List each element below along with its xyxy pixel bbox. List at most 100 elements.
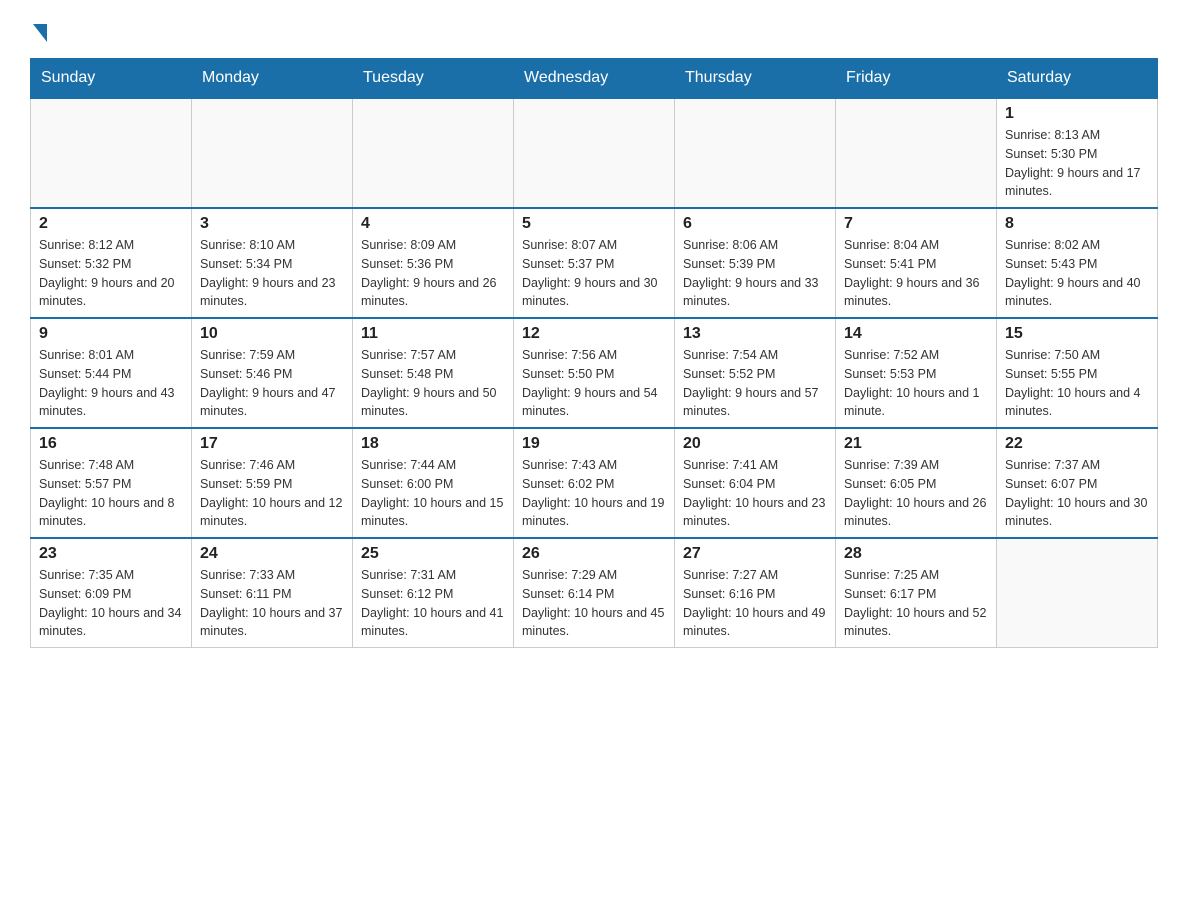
day-number: 25 <box>361 545 505 563</box>
calendar-cell <box>675 98 836 208</box>
calendar-table: SundayMondayTuesdayWednesdayThursdayFrid… <box>30 58 1158 648</box>
day-number: 19 <box>522 435 666 453</box>
calendar-cell: 16 Sunrise: 7:48 AMSunset: 5:57 PMDayligh… <box>31 428 192 538</box>
day-number: 20 <box>683 435 827 453</box>
week-row-3: 9 Sunrise: 8:01 AMSunset: 5:44 PMDaylight… <box>31 318 1158 428</box>
weekday-header-saturday: Saturday <box>997 59 1158 99</box>
calendar-cell: 15Sunrise: 7:50 AMSunset: 5:55 PMDayligh… <box>997 318 1158 428</box>
calendar-cell: 22 Sunrise: 7:37 AMSunset: 6:07 PMDayligh… <box>997 428 1158 538</box>
day-number: 2 <box>39 215 183 233</box>
week-row-1: 1 Sunrise: 8:13 AMSunset: 5:30 PMDaylight… <box>31 98 1158 208</box>
day-number: 18 <box>361 435 505 453</box>
calendar-cell: 19 Sunrise: 7:43 AMSunset: 6:02 PMDayligh… <box>514 428 675 538</box>
day-info: Sunrise: 8:12 AMSunset: 5:32 PMDaylight:… <box>39 236 183 311</box>
calendar-cell: 3 Sunrise: 8:10 AMSunset: 5:34 PMDaylight… <box>192 208 353 318</box>
calendar-cell <box>353 98 514 208</box>
day-info: Sunrise: 7:25 AMSunset: 6:17 PMDaylight:… <box>844 566 988 641</box>
calendar-cell: 18 Sunrise: 7:44 AMSunset: 6:00 PMDayligh… <box>353 428 514 538</box>
day-info: Sunrise: 7:31 AMSunset: 6:12 PMDaylight:… <box>361 566 505 641</box>
weekday-header-monday: Monday <box>192 59 353 99</box>
day-info: Sunrise: 7:35 AMSunset: 6:09 PMDaylight:… <box>39 566 183 641</box>
day-number: 16 <box>39 435 183 453</box>
day-info: Sunrise: 7:52 AMSunset: 5:53 PMDaylight:… <box>844 346 988 421</box>
day-number: 14 <box>844 325 988 343</box>
day-number: 6 <box>683 215 827 233</box>
calendar-cell <box>514 98 675 208</box>
calendar-cell: 17 Sunrise: 7:46 AMSunset: 5:59 PMDayligh… <box>192 428 353 538</box>
page-header <box>30 20 1158 42</box>
calendar-cell: 7 Sunrise: 8:04 AMSunset: 5:41 PMDaylight… <box>836 208 997 318</box>
day-number: 3 <box>200 215 344 233</box>
day-number: 27 <box>683 545 827 563</box>
week-row-5: 23 Sunrise: 7:35 AMSunset: 6:09 PMDayligh… <box>31 538 1158 648</box>
weekday-header-wednesday: Wednesday <box>514 59 675 99</box>
day-number: 22 <box>1005 435 1149 453</box>
week-row-2: 2 Sunrise: 8:12 AMSunset: 5:32 PMDaylight… <box>31 208 1158 318</box>
day-info: Sunrise: 7:48 AMSunset: 5:57 PMDaylight:… <box>39 456 183 531</box>
day-number: 8 <box>1005 215 1149 233</box>
day-info: Sunrise: 7:46 AMSunset: 5:59 PMDaylight:… <box>200 456 344 531</box>
calendar-cell: 21 Sunrise: 7:39 AMSunset: 6:05 PMDayligh… <box>836 428 997 538</box>
day-info: Sunrise: 7:54 AMSunset: 5:52 PMDaylight:… <box>683 346 827 421</box>
weekday-header-friday: Friday <box>836 59 997 99</box>
day-number: 12 <box>522 325 666 343</box>
day-number: 9 <box>39 325 183 343</box>
day-info: Sunrise: 8:13 AMSunset: 5:30 PMDaylight:… <box>1005 126 1149 201</box>
day-info: Sunrise: 8:01 AMSunset: 5:44 PMDaylight:… <box>39 346 183 421</box>
day-number: 7 <box>844 215 988 233</box>
day-info: Sunrise: 8:06 AMSunset: 5:39 PMDaylight:… <box>683 236 827 311</box>
calendar-cell: 5 Sunrise: 8:07 AMSunset: 5:37 PMDaylight… <box>514 208 675 318</box>
day-number: 5 <box>522 215 666 233</box>
day-info: Sunrise: 7:27 AMSunset: 6:16 PMDaylight:… <box>683 566 827 641</box>
calendar-cell: 13 Sunrise: 7:54 AMSunset: 5:52 PMDayligh… <box>675 318 836 428</box>
calendar-cell: 14 Sunrise: 7:52 AMSunset: 5:53 PMDayligh… <box>836 318 997 428</box>
calendar-cell: 23 Sunrise: 7:35 AMSunset: 6:09 PMDayligh… <box>31 538 192 648</box>
day-info: Sunrise: 8:07 AMSunset: 5:37 PMDaylight:… <box>522 236 666 311</box>
weekday-header-row: SundayMondayTuesdayWednesdayThursdayFrid… <box>31 59 1158 99</box>
day-number: 1 <box>1005 105 1149 123</box>
day-number: 23 <box>39 545 183 563</box>
calendar-cell: 10 Sunrise: 7:59 AMSunset: 5:46 PMDayligh… <box>192 318 353 428</box>
day-number: 13 <box>683 325 827 343</box>
day-number: 4 <box>361 215 505 233</box>
weekday-header-sunday: Sunday <box>31 59 192 99</box>
day-info: Sunrise: 7:44 AMSunset: 6:00 PMDaylight:… <box>361 456 505 531</box>
calendar-cell: 27 Sunrise: 7:27 AMSunset: 6:16 PMDayligh… <box>675 538 836 648</box>
calendar-cell: 20Sunrise: 7:41 AMSunset: 6:04 PMDayligh… <box>675 428 836 538</box>
day-number: 21 <box>844 435 988 453</box>
calendar-cell: 12 Sunrise: 7:56 AMSunset: 5:50 PMDayligh… <box>514 318 675 428</box>
day-info: Sunrise: 7:37 AMSunset: 6:07 PMDaylight:… <box>1005 456 1149 531</box>
calendar-cell: 28 Sunrise: 7:25 AMSunset: 6:17 PMDayligh… <box>836 538 997 648</box>
day-info: Sunrise: 8:09 AMSunset: 5:36 PMDaylight:… <box>361 236 505 311</box>
weekday-header-thursday: Thursday <box>675 59 836 99</box>
day-info: Sunrise: 7:29 AMSunset: 6:14 PMDaylight:… <box>522 566 666 641</box>
day-number: 10 <box>200 325 344 343</box>
calendar-cell: 6 Sunrise: 8:06 AMSunset: 5:39 PMDaylight… <box>675 208 836 318</box>
week-row-4: 16 Sunrise: 7:48 AMSunset: 5:57 PMDayligh… <box>31 428 1158 538</box>
logo-arrow-icon <box>33 24 47 42</box>
calendar-cell: 2 Sunrise: 8:12 AMSunset: 5:32 PMDaylight… <box>31 208 192 318</box>
day-info: Sunrise: 7:43 AMSunset: 6:02 PMDaylight:… <box>522 456 666 531</box>
day-info: Sunrise: 7:56 AMSunset: 5:50 PMDaylight:… <box>522 346 666 421</box>
calendar-cell: 4 Sunrise: 8:09 AMSunset: 5:36 PMDaylight… <box>353 208 514 318</box>
calendar-cell <box>997 538 1158 648</box>
logo <box>30 20 47 42</box>
calendar-cell: 24Sunrise: 7:33 AMSunset: 6:11 PMDayligh… <box>192 538 353 648</box>
day-number: 24 <box>200 545 344 563</box>
day-number: 11 <box>361 325 505 343</box>
day-info: Sunrise: 7:39 AMSunset: 6:05 PMDaylight:… <box>844 456 988 531</box>
day-number: 28 <box>844 545 988 563</box>
calendar-cell: 9 Sunrise: 8:01 AMSunset: 5:44 PMDaylight… <box>31 318 192 428</box>
day-info: Sunrise: 8:02 AMSunset: 5:43 PMDaylight:… <box>1005 236 1149 311</box>
day-info: Sunrise: 8:10 AMSunset: 5:34 PMDaylight:… <box>200 236 344 311</box>
calendar-cell <box>192 98 353 208</box>
day-info: Sunrise: 7:59 AMSunset: 5:46 PMDaylight:… <box>200 346 344 421</box>
calendar-cell: 26 Sunrise: 7:29 AMSunset: 6:14 PMDayligh… <box>514 538 675 648</box>
calendar-cell: 8 Sunrise: 8:02 AMSunset: 5:43 PMDaylight… <box>997 208 1158 318</box>
day-number: 15 <box>1005 325 1149 343</box>
day-number: 17 <box>200 435 344 453</box>
calendar-cell: 11Sunrise: 7:57 AMSunset: 5:48 PMDayligh… <box>353 318 514 428</box>
day-number: 26 <box>522 545 666 563</box>
day-info: Sunrise: 8:04 AMSunset: 5:41 PMDaylight:… <box>844 236 988 311</box>
calendar-cell <box>31 98 192 208</box>
